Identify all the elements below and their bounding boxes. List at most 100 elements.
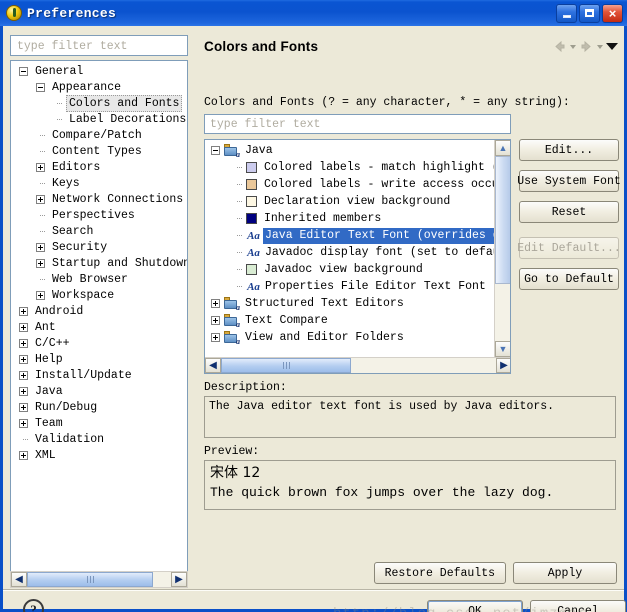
view-menu-icon[interactable] bbox=[606, 43, 618, 50]
colors-tree-row[interactable]: a Java bbox=[205, 142, 493, 159]
colors-tree-row[interactable]: a Text Compare bbox=[205, 312, 493, 329]
colors-tree-row[interactable]: Colored labels - match highlight (set bbox=[205, 159, 510, 176]
sidebar-item-appearance[interactable]: Appearance bbox=[11, 79, 187, 95]
sidebar-item-general[interactable]: General bbox=[11, 63, 187, 79]
sidebar-item-content-types[interactable]: Content Types bbox=[11, 143, 187, 159]
sidebar-item-network-connections[interactable]: Network Connections bbox=[11, 191, 187, 207]
sidebar-item-run-debug[interactable]: Run/Debug bbox=[11, 399, 187, 415]
ok-button[interactable]: OK bbox=[427, 600, 523, 612]
sidebar-item-android[interactable]: Android bbox=[11, 303, 187, 319]
expand-icon[interactable] bbox=[36, 162, 45, 172]
expand-icon[interactable] bbox=[36, 194, 45, 204]
colors-scroll-thumb[interactable] bbox=[221, 358, 351, 373]
collapse-icon[interactable] bbox=[36, 82, 45, 92]
sidebar-item-label: Label Decorations bbox=[69, 112, 187, 126]
expand-icon[interactable] bbox=[19, 386, 28, 396]
forward-dropdown-caret-icon[interactable] bbox=[597, 44, 603, 49]
colors-tree-row[interactable]: a Structured Text Editors bbox=[205, 295, 493, 312]
help-question-icon[interactable]: ? bbox=[23, 599, 44, 612]
expand-icon[interactable] bbox=[19, 370, 28, 380]
cancel-button[interactable]: Cancel bbox=[530, 600, 626, 612]
sidebar-item-validation[interactable]: Validation bbox=[11, 431, 187, 447]
expand-icon[interactable] bbox=[211, 333, 220, 342]
scroll-down-icon[interactable]: ▼ bbox=[495, 341, 510, 357]
colors-tree-row[interactable]: a View and Editor Folders bbox=[205, 329, 493, 346]
sidebar-item-label: Install/Update bbox=[35, 368, 132, 382]
sidebar-item-workspace[interactable]: Workspace bbox=[11, 287, 187, 303]
sidebar-item-colors-and-fonts[interactable]: Colors and Fonts bbox=[11, 94, 187, 112]
expand-icon[interactable] bbox=[19, 338, 28, 348]
sidebar-item-editors[interactable]: Editors bbox=[11, 159, 187, 175]
sidebar-item-security[interactable]: Security bbox=[11, 239, 187, 255]
sidebar-item-xml[interactable]: XML bbox=[11, 447, 187, 463]
preferences-tree[interactable]: General Appearance Colors and Fonts Label D… bbox=[10, 60, 188, 573]
colors-and-fonts-tree[interactable]: a Java Colored labels - match highlight (s… bbox=[204, 139, 511, 374]
expand-icon[interactable] bbox=[211, 299, 220, 308]
collapse-icon[interactable] bbox=[211, 146, 220, 155]
tree-connector-icon bbox=[36, 211, 46, 220]
colors-tree-row[interactable]: Aa Java Editor Text Font (overrides defau bbox=[205, 227, 510, 244]
scroll-up-icon[interactable]: ▲ bbox=[495, 140, 510, 156]
sidebar-item-label: Perspectives bbox=[52, 208, 135, 222]
sidebar-item-compare-patch[interactable]: Compare/Patch bbox=[11, 127, 187, 143]
sidebar-item-c-c[interactable]: C/C++ bbox=[11, 335, 187, 351]
sidebar-filter-input[interactable]: type filter text bbox=[10, 35, 188, 56]
colors-scroll-left-icon[interactable]: ◀ bbox=[205, 358, 221, 373]
minimize-button[interactable] bbox=[556, 3, 577, 23]
sidebar-item-search[interactable]: Search bbox=[11, 223, 187, 239]
colors-scroll-track[interactable] bbox=[221, 358, 496, 373]
back-dropdown-caret-icon[interactable] bbox=[570, 44, 576, 49]
expand-icon[interactable] bbox=[19, 306, 28, 316]
colors-filter-input[interactable]: type filter text bbox=[204, 114, 511, 134]
colors-tree-row[interactable]: Javadoc view background bbox=[205, 261, 493, 278]
sidebar-item-startup-and-shutdown[interactable]: Startup and Shutdown bbox=[11, 255, 187, 271]
colors-tree-row[interactable]: Declaration view background bbox=[205, 193, 493, 210]
sidebar-item-perspectives[interactable]: Perspectives bbox=[11, 207, 187, 223]
sidebar-scroll-thumb[interactable] bbox=[27, 572, 153, 587]
sidebar-item-ant[interactable]: Ant bbox=[11, 319, 187, 335]
theme-folder-icon: a bbox=[224, 314, 240, 329]
go-to-default-button[interactable]: Go to Default bbox=[519, 268, 619, 290]
expand-icon[interactable] bbox=[19, 450, 28, 460]
scroll-left-icon[interactable]: ◀ bbox=[11, 572, 27, 587]
colors-tree-row[interactable]: Inherited members bbox=[205, 210, 493, 227]
colors-tree-horizontal-scrollbar[interactable]: ◀ ▶ bbox=[205, 357, 510, 373]
restore-defaults-button[interactable]: Restore Defaults bbox=[373, 562, 506, 584]
sidebar-item-web-browser[interactable]: Web Browser bbox=[11, 271, 187, 287]
expand-icon[interactable] bbox=[19, 418, 28, 428]
page-title: Colors and Fonts bbox=[204, 39, 319, 54]
sidebar-horizontal-scrollbar[interactable]: ◀ ▶ bbox=[10, 571, 188, 588]
expand-icon[interactable] bbox=[19, 402, 28, 412]
collapse-icon[interactable] bbox=[19, 66, 28, 76]
expand-icon[interactable] bbox=[19, 322, 28, 332]
expand-icon[interactable] bbox=[36, 290, 45, 300]
colors-tree-scroll-thumb[interactable] bbox=[495, 156, 510, 284]
edit-button[interactable]: Edit... bbox=[519, 139, 619, 161]
reset-button[interactable]: Reset bbox=[519, 201, 619, 223]
expand-icon[interactable] bbox=[36, 258, 45, 268]
expand-icon[interactable] bbox=[36, 242, 45, 252]
back-arrow-icon[interactable] bbox=[552, 39, 567, 54]
colors-tree-vertical-scrollbar[interactable]: ▲ ▼ bbox=[494, 140, 510, 357]
forward-arrow-icon[interactable] bbox=[579, 39, 594, 54]
colors-scroll-right-icon[interactable]: ▶ bbox=[496, 358, 510, 373]
sidebar-item-install-update[interactable]: Install/Update bbox=[11, 367, 187, 383]
close-button[interactable]: × bbox=[602, 3, 623, 23]
window-title: Preferences bbox=[27, 5, 117, 21]
apply-button[interactable]: Apply bbox=[513, 562, 617, 584]
sidebar-item-label: C/C++ bbox=[35, 336, 70, 350]
maximize-button[interactable] bbox=[579, 3, 600, 23]
sidebar-item-java[interactable]: Java bbox=[11, 383, 187, 399]
expand-icon[interactable] bbox=[211, 316, 220, 325]
sidebar-item-help[interactable]: Help bbox=[11, 351, 187, 367]
expand-icon[interactable] bbox=[19, 354, 28, 364]
colors-tree-row[interactable]: Colored labels - write access occurren bbox=[205, 176, 510, 193]
sidebar-item-label-decorations[interactable]: Label Decorations bbox=[11, 111, 187, 127]
sidebar-item-keys[interactable]: Keys bbox=[11, 175, 187, 191]
scroll-right-icon[interactable]: ▶ bbox=[171, 572, 187, 587]
colors-tree-row[interactable]: Aa Properties File Editor Text Font (set bbox=[205, 278, 510, 295]
sidebar-item-team[interactable]: Team bbox=[11, 415, 187, 431]
sidebar-scroll-track[interactable] bbox=[27, 572, 171, 587]
colors-tree-row[interactable]: Aa Javadoc display font (set to default: bbox=[205, 244, 510, 261]
use-system-font-button[interactable]: Use System Font bbox=[517, 170, 621, 192]
